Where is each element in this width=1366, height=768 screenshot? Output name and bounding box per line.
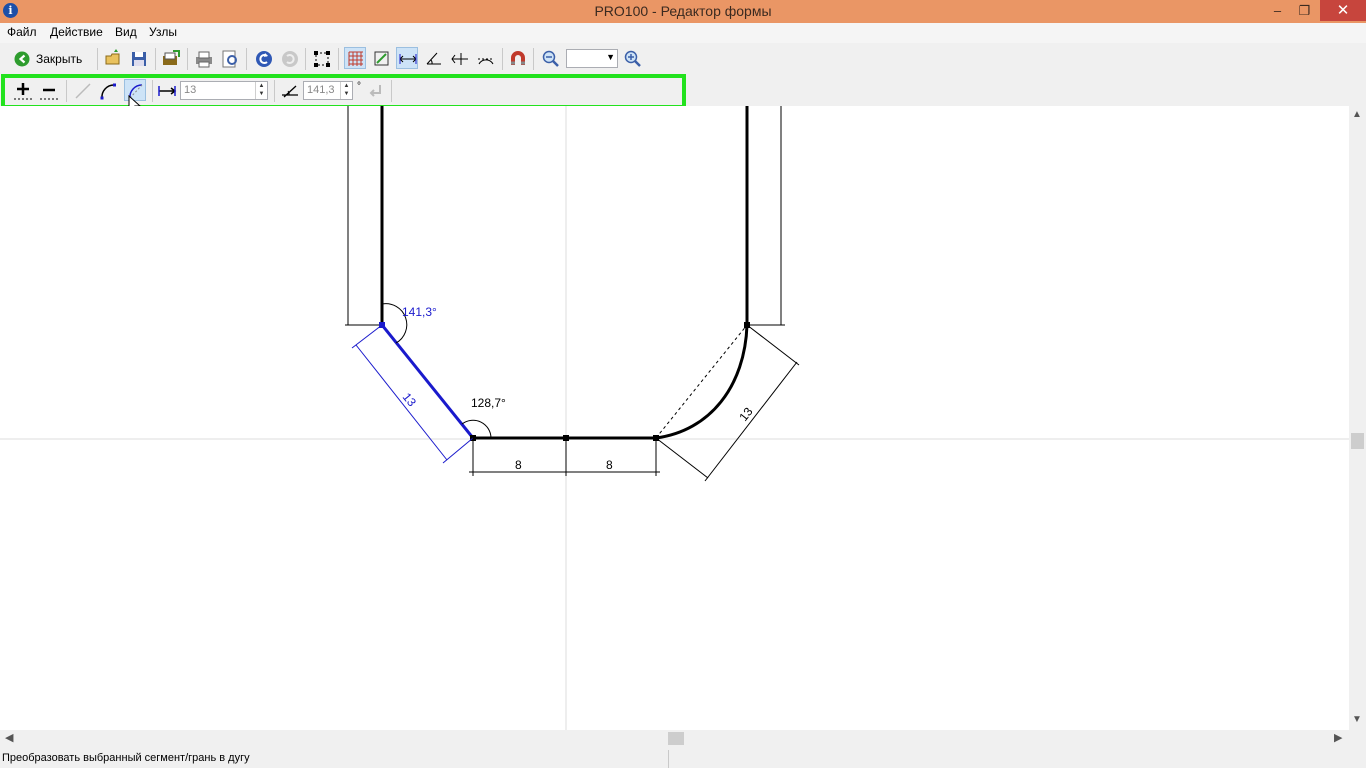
arc-segment-icon[interactable] [98, 80, 120, 102]
separator [305, 48, 306, 70]
bottom-left-length-label: 8 [515, 458, 522, 472]
arc-length-label: 13 [736, 404, 755, 423]
minimize-button[interactable]: – [1264, 0, 1291, 21]
scroll-right-icon[interactable]: ▶ [1334, 731, 1342, 744]
angle-value: 141,3 [307, 84, 335, 96]
close-editor-label: Закрыть [36, 52, 83, 66]
title-bar: i PRO100 - Редактор формы – ❐ ✕ [0, 0, 1366, 23]
separator [155, 48, 156, 70]
angle-dimension-icon[interactable] [449, 48, 471, 70]
selected-angle-label: 141,3° [402, 305, 437, 319]
remove-node-icon[interactable] [38, 80, 60, 102]
undo-icon[interactable] [253, 48, 275, 70]
horizontal-scrollbar[interactable]: ◀ ▶ [0, 730, 1349, 747]
status-bar: Преобразовать выбранный сегмент/грань в … [0, 750, 1366, 768]
grid-icon[interactable] [344, 47, 366, 69]
length-value: 13 [184, 84, 197, 96]
scroll-left-icon[interactable]: ◀ [5, 731, 13, 744]
separator [502, 48, 503, 70]
chevron-down-icon: ▼ [606, 52, 615, 62]
redo-icon[interactable] [279, 48, 301, 70]
dimension-icon[interactable] [396, 47, 418, 69]
export-icon[interactable] [160, 48, 182, 70]
length-icon[interactable] [156, 80, 178, 102]
arc-dimension-icon[interactable] [475, 48, 497, 70]
line-segment-icon[interactable] [72, 80, 94, 102]
magnet-icon[interactable] [507, 48, 529, 70]
menu-bar: Файл Действие Вид Узлы [0, 23, 1366, 43]
separator [391, 80, 392, 102]
separator [97, 48, 98, 70]
length-stepper[interactable]: ▲ ▼ [255, 82, 267, 99]
angle-icon[interactable] [423, 48, 445, 70]
add-node-icon[interactable] [12, 80, 34, 102]
right-wall-dimension [747, 106, 785, 326]
window-title: PRO100 - Редактор формы [594, 3, 772, 19]
selected-length-label: 13 [400, 390, 419, 409]
select-nodes-icon[interactable] [311, 48, 333, 70]
print-icon[interactable] [193, 48, 215, 70]
separator [187, 48, 188, 70]
angle-unit: ° [357, 81, 361, 92]
status-text: Преобразовать выбранный сегмент/грань в … [2, 752, 250, 764]
angle-icon[interactable] [279, 80, 301, 102]
snap-grid-icon[interactable] [371, 48, 393, 70]
separator [66, 80, 67, 102]
left-wall-dimension [345, 106, 383, 326]
separator [338, 48, 339, 70]
apply-icon[interactable] [364, 80, 386, 102]
vertical-scrollbar[interactable]: ▲ ▼ [1349, 106, 1366, 730]
bottom-dimensions [469, 438, 660, 476]
scroll-down-icon[interactable]: ▼ [1352, 714, 1362, 725]
shape-drawing[interactable]: 141,3° 128,7° 13 13 8 8 [0, 106, 1349, 730]
menu-view[interactable]: Вид [115, 25, 137, 39]
maximize-button[interactable]: ❐ [1291, 0, 1318, 21]
menu-action[interactable]: Действие [50, 25, 103, 39]
shape-outline [380, 106, 749, 440]
close-window-button[interactable]: ✕ [1320, 0, 1366, 21]
angle-stepper[interactable]: ▲ ▼ [340, 82, 352, 99]
menu-file[interactable]: Файл [7, 25, 37, 39]
arc-length-dimension [655, 324, 800, 482]
other-angle-label: 128,7° [471, 396, 506, 410]
bottom-right-length-label: 8 [606, 458, 613, 472]
horizontal-scroll-thumb[interactable] [668, 732, 684, 745]
close-editor-button[interactable]: Закрыть [11, 48, 91, 70]
length-input[interactable]: 13 ▲ ▼ [180, 81, 268, 100]
back-arrow-icon [14, 51, 30, 70]
save-icon[interactable] [128, 48, 150, 70]
open-icon[interactable] [102, 48, 124, 70]
zoom-in-icon[interactable] [622, 48, 644, 70]
status-divider [668, 750, 669, 768]
print-preview-icon[interactable] [219, 48, 241, 70]
drawing-canvas[interactable]: 141,3° 128,7° 13 13 8 8 [0, 106, 1349, 730]
menu-nodes[interactable]: Узлы [149, 25, 177, 39]
vertical-scroll-thumb[interactable] [1351, 433, 1364, 449]
separator [152, 80, 153, 102]
separator [274, 80, 275, 102]
angle-input[interactable]: 141,3 ▲ ▼ [303, 81, 353, 100]
scroll-up-icon[interactable]: ▲ [1352, 109, 1362, 120]
separator [246, 48, 247, 70]
zoom-out-icon[interactable] [540, 48, 562, 70]
selected-segment[interactable] [380, 324, 475, 439]
zoom-select[interactable]: ▼ [566, 49, 618, 68]
separator [533, 48, 534, 70]
